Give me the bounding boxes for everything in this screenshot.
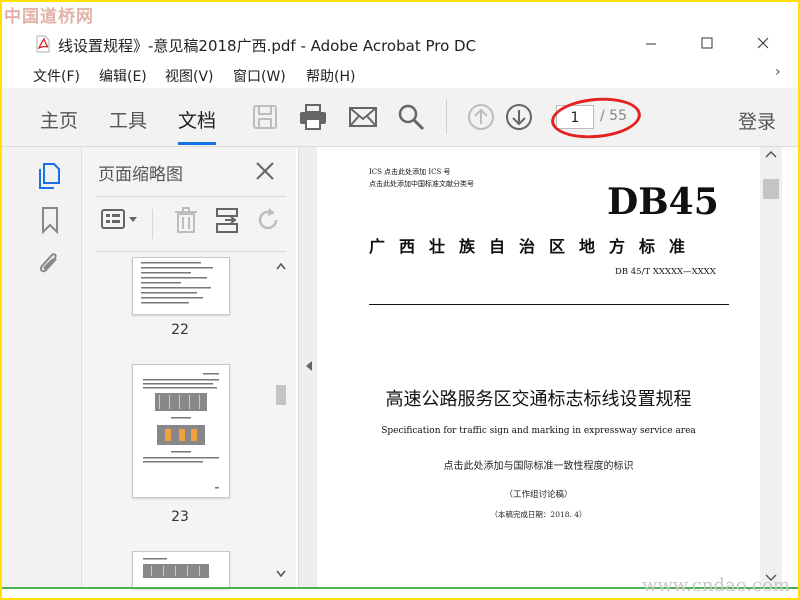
annotation-red-ellipse <box>549 94 643 142</box>
document-scrollbar-track <box>763 150 779 582</box>
document-scrollbar[interactable] <box>760 147 782 587</box>
toolbar-separator <box>446 100 447 134</box>
page-thumbnails-icon[interactable] <box>36 161 64 191</box>
panel-divider-2 <box>96 251 286 252</box>
thumbnail-page-23-preview <box>143 373 219 489</box>
thumbnail-label-22: 22 <box>171 322 189 338</box>
thumbnails-scrollbar-track <box>276 262 286 578</box>
doc-consistency-note: 点击此处添加与国际标准一致性程度的标识 <box>443 461 634 472</box>
close-window-button[interactable] <box>740 28 786 60</box>
previous-page-icon[interactable] <box>466 102 496 132</box>
thumbnail-page-22[interactable] <box>132 257 230 315</box>
document-scroll-thumb <box>763 179 779 199</box>
document-view[interactable]: ICS 点击此处添加 ICS 号 点击此处添加中国标准文献分类号 DB45 广西… <box>317 147 760 587</box>
thumbnails-panel-title: 页面缩略图 <box>98 165 183 185</box>
doc-number: DB 45/T XXXXX—XXXX <box>615 267 716 277</box>
menu-file[interactable]: 文件(F) <box>33 66 80 86</box>
rotate-page-icon[interactable] <box>254 205 282 235</box>
thumbnails-panel: 页面缩略图 22 23 <box>82 147 296 589</box>
thumbnail-options-menu-icon[interactable] <box>100 205 140 235</box>
tab-document[interactable]: 文档 <box>178 106 217 145</box>
doc-ics-line: ICS 点击此处添加 ICS 号 <box>369 168 451 176</box>
menu-overflow-chevron-icon[interactable]: › <box>775 64 781 80</box>
menu-help[interactable]: 帮助(H) <box>306 66 355 86</box>
bookmark-icon[interactable] <box>36 205 64 235</box>
attachment-paperclip-icon[interactable] <box>36 249 64 279</box>
tool-separator <box>152 209 153 239</box>
menu-edit[interactable]: 编辑(E) <box>99 66 147 86</box>
email-icon[interactable] <box>348 102 378 132</box>
thumbnail-page-23[interactable] <box>132 364 230 498</box>
save-icon[interactable] <box>250 102 280 132</box>
doc-draft-label: （工作组讨论稿） <box>504 490 573 500</box>
close-panel-icon[interactable] <box>254 160 276 182</box>
thumbnail-page-24[interactable] <box>132 551 230 589</box>
thumbnails-scroll-thumb <box>276 385 286 405</box>
tab-tools[interactable]: 工具 <box>109 106 147 133</box>
doc-title-cn: 高速公路服务区交通标志标线设置规程 <box>385 389 692 410</box>
thumbnails-scrollbar[interactable] <box>275 257 287 587</box>
menu-view[interactable]: 视图(V) <box>165 66 214 86</box>
watermark-bottom: www.cndao.com <box>642 575 790 596</box>
document-page: ICS 点击此处添加 ICS 号 点击此处添加中国标准文献分类号 DB45 广西… <box>317 147 760 587</box>
maximize-button[interactable] <box>684 28 730 60</box>
login-link[interactable]: 登录 <box>738 107 776 134</box>
title-bar: 线设置规程》-意见稿2018广西.pdf - Adobe Acrobat Pro… <box>0 28 800 62</box>
doc-draft-date: （本稿完成日期：2018. 4） <box>490 510 587 519</box>
thumbnail-page-24-preview <box>143 558 209 578</box>
doc-title-en: Specification for traffic sign and marki… <box>381 426 696 436</box>
acrobat-pdf-icon <box>36 35 50 53</box>
doc-classification-line: 点击此处添加中国标准文献分类号 <box>369 180 474 188</box>
delete-trash-icon[interactable] <box>172 205 200 235</box>
navigation-rail <box>0 147 82 587</box>
next-page-icon[interactable] <box>504 102 534 132</box>
insert-page-icon[interactable] <box>213 205 241 235</box>
tab-home[interactable]: 主页 <box>40 106 78 133</box>
watermark-top: 中国道桥网 <box>4 7 94 27</box>
thumbnail-label-23: 23 <box>171 509 189 525</box>
close-icon <box>757 37 769 49</box>
thumbnail-page-22-preview <box>141 262 213 304</box>
maximize-icon <box>701 37 713 49</box>
print-icon[interactable] <box>298 102 328 132</box>
doc-horizontal-rule <box>369 304 729 305</box>
doc-authority: 广西壮族自治区地方标准 <box>369 237 700 256</box>
minimize-icon <box>646 43 656 45</box>
window-title: 线设置规程》-意见稿2018广西.pdf - Adobe Acrobat Pro… <box>58 37 477 55</box>
menu-window[interactable]: 窗口(W) <box>233 66 286 86</box>
minimize-button[interactable] <box>628 28 674 60</box>
doc-standard-code: DB45 <box>607 181 719 223</box>
search-icon[interactable] <box>396 102 426 132</box>
panel-divider <box>96 196 286 197</box>
collapse-panel-chevron-icon[interactable] <box>305 360 313 372</box>
menu-bar: 文件(F) 编辑(E) 视图(V) 窗口(W) 帮助(H) › <box>0 62 800 88</box>
main-toolbar: 主页 工具 文档 1 / 55 登录 <box>0 88 800 147</box>
